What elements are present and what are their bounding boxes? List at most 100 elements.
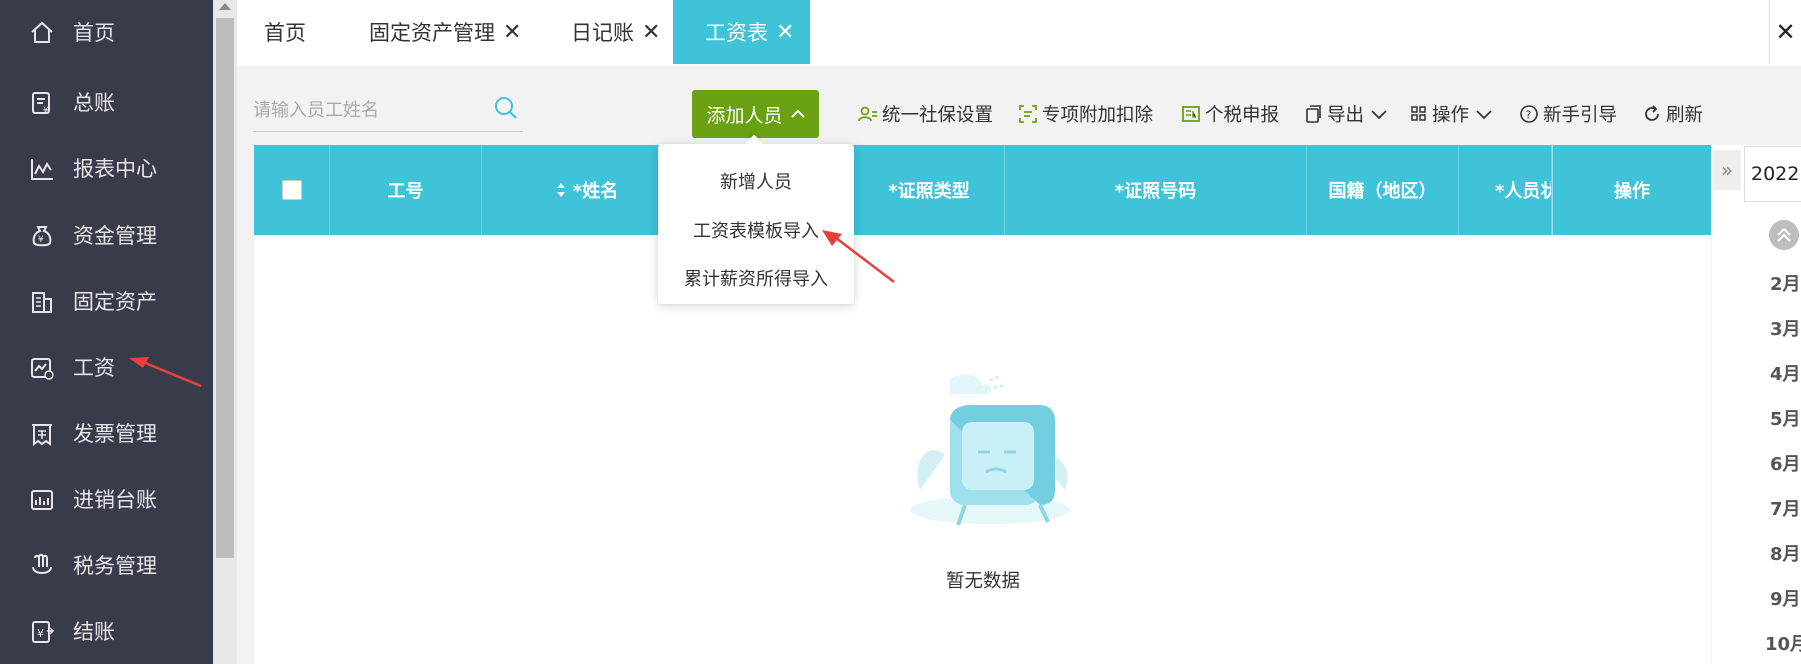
table-header: 工号 *姓名 *证照类型 *证照号码 国籍（地区） *人员状 操作 bbox=[254, 145, 1711, 235]
tax-icon bbox=[32, 553, 52, 574]
special-deduction-button[interactable]: 专项附加扣除 bbox=[1018, 100, 1153, 128]
sidebar-item-home[interactable]: 首页 bbox=[0, 7, 213, 57]
scroll-up-button[interactable] bbox=[1769, 220, 1799, 250]
tab-label: 固定资产管理 bbox=[369, 21, 495, 45]
ledger-icon: ¥ bbox=[32, 92, 50, 116]
sidebar-item-label: 首页 bbox=[73, 21, 115, 45]
empty-box-icon bbox=[910, 374, 1070, 526]
sidebar-item-label: 总账 bbox=[73, 91, 115, 115]
chevron-up-icon bbox=[790, 109, 805, 118]
scroll-up-arrow-icon[interactable] bbox=[219, 3, 231, 10]
svg-text:¥: ¥ bbox=[37, 627, 44, 640]
svg-text:¥: ¥ bbox=[43, 106, 49, 116]
column-header-id-number[interactable]: *证照号码 bbox=[1005, 145, 1307, 235]
sidebar-item-label: 发票管理 bbox=[73, 422, 157, 446]
sidebar-item-close-account[interactable]: ¥ 结账 bbox=[0, 606, 213, 656]
column-header-id-type[interactable]: *证照类型 bbox=[854, 145, 1005, 235]
month-item[interactable]: 9月 bbox=[1770, 585, 1801, 611]
tab-fixed-asset-management[interactable]: 固定资产管理 ✕ bbox=[369, 0, 521, 64]
sidebar-item-invoice[interactable]: 发票管理 bbox=[0, 408, 213, 458]
tool-label: 专项附加扣除 bbox=[1042, 105, 1154, 126]
sidebar-scrollbar[interactable] bbox=[213, 0, 237, 664]
sidebar-item-label: 工资 bbox=[73, 356, 115, 380]
tool-label: 导出 bbox=[1327, 105, 1365, 126]
annotation-arrow-icon bbox=[822, 230, 895, 283]
close-icon: ✕ bbox=[1775, 18, 1796, 46]
month-item[interactable]: 5月 bbox=[1770, 405, 1801, 431]
sidebar-item-label: 税务管理 bbox=[73, 554, 157, 578]
column-header-employee-id[interactable]: 工号 bbox=[330, 145, 482, 235]
annotation-arrow-icon bbox=[129, 357, 202, 388]
tab-label: 首页 bbox=[264, 21, 306, 45]
close-icon[interactable]: ✕ bbox=[503, 20, 521, 45]
refresh-button[interactable]: 刷新 bbox=[1642, 100, 1703, 128]
month-item[interactable]: 3月 bbox=[1770, 315, 1801, 341]
sidebar-item-tax[interactable]: 税务管理 bbox=[0, 540, 213, 590]
tab-journal[interactable]: 日记账 ✕ bbox=[571, 0, 660, 64]
month-item[interactable]: 6月 bbox=[1770, 450, 1801, 476]
sidebar-item-inventory[interactable]: 进销台账 bbox=[0, 474, 213, 524]
sidebar-item-ledger[interactable]: ¥ 总账 bbox=[0, 77, 213, 127]
double-chevron-right-icon: » bbox=[1720, 158, 1734, 182]
tool-label: 统一社保设置 bbox=[882, 105, 994, 126]
tab-bar: 首页 固定资产管理 ✕ 日记账 ✕ 工资表 ✕ bbox=[237, 0, 1801, 66]
chevron-down-icon bbox=[1476, 110, 1492, 120]
tab-label: 工资表 bbox=[705, 21, 768, 45]
svg-text:¥: ¥ bbox=[38, 235, 44, 245]
tax-form-icon bbox=[1182, 106, 1200, 122]
sidebar-item-reports[interactable]: 报表中心 bbox=[0, 143, 213, 193]
sidebar-item-funds[interactable]: ¥ 资金管理 bbox=[0, 210, 213, 260]
search-input[interactable]: 请输入员工姓名 bbox=[253, 88, 523, 132]
tool-label: 新手引导 bbox=[1543, 105, 1618, 126]
column-header-nationality[interactable]: 国籍（地区） bbox=[1307, 145, 1459, 235]
month-item[interactable]: 7月 bbox=[1770, 495, 1801, 521]
double-chevron-up-icon bbox=[1777, 227, 1791, 242]
year-selector[interactable]: 2022.0 bbox=[1744, 146, 1801, 202]
beginner-guide-button[interactable]: ? 新手引导 bbox=[1519, 100, 1617, 128]
sort-icon[interactable] bbox=[555, 180, 567, 200]
operate-dropdown[interactable]: 操作 bbox=[1410, 100, 1497, 128]
search-placeholder: 请输入员工姓名 bbox=[253, 100, 379, 121]
tool-label: 操作 bbox=[1432, 105, 1470, 126]
svg-text:?: ? bbox=[1526, 109, 1532, 122]
add-member-button[interactable]: 添加人员 bbox=[692, 90, 819, 138]
collapse-panel-button[interactable]: » bbox=[1713, 150, 1741, 190]
inventory-icon bbox=[31, 490, 53, 510]
refresh-icon bbox=[1645, 105, 1659, 121]
export-dropdown[interactable]: 导出 bbox=[1303, 100, 1392, 128]
help-icon: ? bbox=[1520, 105, 1538, 123]
tool-label: 个税申报 bbox=[1205, 105, 1280, 126]
social-security-settings-button[interactable]: 统一社保设置 bbox=[858, 100, 993, 128]
column-header-status[interactable]: *人员状 bbox=[1459, 145, 1552, 235]
money-bag-icon: ¥ bbox=[32, 226, 52, 247]
close-account-icon: ¥ bbox=[32, 621, 55, 643]
close-icon[interactable]: ✕ bbox=[776, 20, 794, 45]
month-item[interactable]: 4月 bbox=[1770, 360, 1801, 386]
tab-home[interactable]: 首页 bbox=[264, 0, 306, 64]
select-all-cell bbox=[254, 145, 330, 235]
chart-icon bbox=[31, 159, 53, 180]
chevron-down-icon bbox=[1371, 110, 1387, 120]
search-icon[interactable] bbox=[493, 95, 519, 121]
tool-label: 刷新 bbox=[1666, 105, 1704, 126]
menu-item-add-member[interactable]: 新增人员 bbox=[658, 168, 854, 194]
month-item[interactable]: 8月 bbox=[1770, 540, 1801, 566]
grid-icon bbox=[1411, 106, 1426, 121]
sidebar-item-label: 报表中心 bbox=[73, 157, 157, 181]
month-item[interactable]: 2月 bbox=[1770, 270, 1801, 296]
sidebar: 首页 ¥ 总账 报表中心 ¥ 资金管理 固定资产 工资 发票管理 进销台账 税务… bbox=[0, 0, 213, 664]
sidebar-item-fixed-assets[interactable]: 固定资产 bbox=[0, 276, 213, 326]
tax-report-button[interactable]: 个税申报 bbox=[1181, 100, 1279, 128]
invoice-icon bbox=[32, 424, 52, 446]
close-all-tabs-button[interactable]: ✕ bbox=[1769, 0, 1801, 64]
users-icon bbox=[858, 106, 877, 122]
scrollbar-thumb[interactable] bbox=[216, 18, 234, 558]
tab-payroll[interactable]: 工资表 ✕ bbox=[673, 0, 810, 64]
close-icon[interactable]: ✕ bbox=[642, 20, 660, 45]
sidebar-item-label: 固定资产 bbox=[73, 290, 157, 314]
select-all-checkbox[interactable] bbox=[281, 180, 302, 200]
sidebar-item-label: 结账 bbox=[73, 620, 115, 644]
month-item[interactable]: 10月 bbox=[1765, 630, 1801, 656]
column-header-actions: 操作 bbox=[1552, 145, 1711, 235]
empty-state-text: 暂无数据 bbox=[946, 571, 1021, 592]
